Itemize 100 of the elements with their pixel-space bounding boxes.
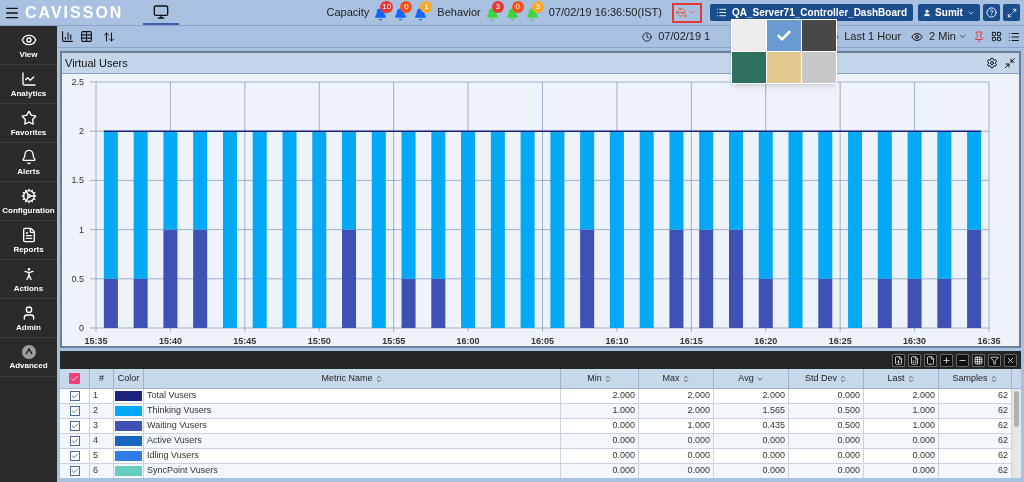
file-icon[interactable] (924, 353, 937, 367)
column-header[interactable]: Color (114, 369, 144, 388)
y-axis-label: 1.5 (71, 175, 84, 186)
minus-icon[interactable] (956, 353, 969, 367)
table-cell: 0.000 (762, 464, 785, 478)
table-cell: 62 (998, 449, 1008, 463)
row-checkbox[interactable] (69, 436, 80, 446)
theme-swatch[interactable] (802, 20, 836, 51)
caret-icon (688, 8, 698, 17)
close-icon[interactable] (1004, 353, 1017, 367)
row-checkbox[interactable] (69, 421, 80, 431)
sort-icon[interactable] (103, 30, 115, 43)
plus-icon[interactable] (940, 353, 953, 367)
table-cell: 2.000 (687, 404, 710, 418)
theme-swatch[interactable] (802, 52, 836, 83)
panel-title: Virtual Users (65, 55, 128, 71)
grid-icon[interactable] (972, 353, 985, 367)
theme-swatch[interactable] (767, 52, 801, 83)
table-cell: Thinking Vusers (147, 404, 212, 418)
alert-count-badge: 0 (511, 0, 524, 13)
settings-icon[interactable] (986, 57, 998, 69)
row-checkbox[interactable] (69, 451, 80, 461)
table-cell: 62 (998, 404, 1008, 418)
y-axis-label: 0.5 (71, 273, 84, 284)
date-time: 07/02/19 16:36:50(IST) (548, 5, 662, 21)
table-cell: 0.000 (762, 449, 785, 463)
dashboard-button[interactable]: QA_Server71_Controller_DashBoard (709, 4, 913, 21)
sidebar-item[interactable]: Analytics (0, 65, 57, 104)
table-cell: 2.000 (762, 389, 785, 403)
table-cell: 1.000 (912, 404, 935, 418)
table-cell: 0.500 (837, 404, 860, 418)
table-cell: 2.000 (612, 389, 635, 403)
x-axis-label: 16:30 (903, 336, 927, 346)
sidebar-item[interactable]: Advanced (0, 338, 57, 377)
help-button[interactable] (983, 4, 1000, 21)
row-checkbox[interactable] (69, 406, 80, 416)
column-header[interactable]: Max (639, 369, 714, 388)
list-icon[interactable] (1008, 30, 1020, 43)
user-menu-button[interactable]: Sumit (918, 4, 980, 21)
table-cell: 0.000 (837, 464, 860, 478)
column-header[interactable]: Metric Name (144, 369, 561, 388)
column-header[interactable]: Samples (939, 369, 1012, 388)
x-axis-label: 16:10 (605, 336, 629, 346)
collapse-icon[interactable] (1004, 57, 1016, 69)
table-cell: Waiting Vusers (147, 419, 207, 433)
circle-icon (21, 344, 36, 359)
y-axis-label: 2 (79, 126, 84, 137)
table-cell: Active Vusers (147, 434, 202, 448)
table-cell: Idling Vusers (147, 449, 199, 463)
theme-swatch[interactable] (732, 52, 766, 83)
gears-icon (20, 187, 37, 204)
table-cell: 0.000 (687, 434, 710, 448)
alert-group-label: Capacity (326, 5, 370, 21)
sidebar-item[interactable]: Reports (0, 221, 57, 260)
table-cell: 2.000 (912, 389, 935, 403)
star-icon (20, 109, 37, 126)
column-header[interactable]: Min (561, 369, 639, 388)
theme-swatch[interactable] (732, 20, 766, 51)
sidebar-item[interactable]: Alerts (0, 143, 57, 182)
monitor-icon (153, 3, 170, 20)
caret-icon (958, 32, 967, 41)
x-axis-label: 15:35 (84, 336, 108, 346)
table-cell: 0.000 (687, 464, 710, 478)
select-all-checkbox[interactable] (69, 373, 80, 384)
row-checkbox[interactable] (69, 391, 80, 401)
table-cell: 62 (998, 389, 1008, 403)
sidebar-item[interactable]: Admin (0, 299, 57, 338)
sidebar-item[interactable]: Favorites (0, 104, 57, 143)
table-cell: 0.435 (762, 419, 785, 433)
column-header[interactable]: Last (864, 369, 939, 388)
excel-export-icon[interactable] (908, 353, 921, 367)
column-header[interactable]: # (90, 369, 114, 388)
table-cell: 0.000 (837, 389, 860, 403)
x-axis-label: 16:20 (754, 336, 778, 346)
table-cell: 62 (998, 419, 1008, 433)
theme-swatch[interactable] (767, 20, 801, 51)
column-header[interactable]: Avg (714, 369, 789, 388)
document-icon (20, 226, 37, 243)
x-axis-label: 15:45 (233, 336, 257, 346)
time-range[interactable]: Last 1 Hour (844, 28, 902, 45)
sidebar-item[interactable]: View (0, 26, 57, 65)
filter-icon[interactable] (988, 353, 1001, 367)
bar-chart-icon[interactable] (61, 30, 74, 43)
sidebar-item[interactable]: Configuration (0, 182, 57, 221)
layout-icon[interactable] (991, 31, 1002, 42)
table-cell: 0.000 (612, 434, 635, 448)
pdf-export-icon[interactable] (892, 353, 905, 367)
table-cell: 0.000 (612, 419, 635, 433)
table-cell: 3 (93, 419, 98, 433)
table-cell: 0.000 (612, 464, 635, 478)
fullscreen-button[interactable] (1003, 4, 1020, 21)
row-checkbox[interactable] (69, 466, 80, 476)
column-header[interactable]: Std Dev (789, 369, 864, 388)
eye-icon (911, 30, 924, 43)
table-icon[interactable] (80, 30, 93, 43)
interval-dropdown[interactable]: 2 Min (929, 28, 967, 45)
x-axis-label: 16:15 (679, 336, 703, 346)
sidebar-item[interactable]: Actions (0, 260, 57, 299)
scrollbar[interactable] (1012, 389, 1021, 478)
bell-icon (20, 148, 37, 165)
